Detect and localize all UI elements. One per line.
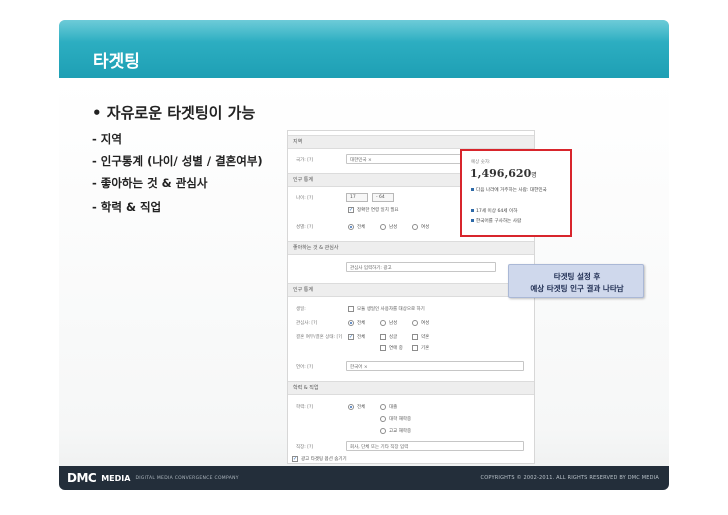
relationship-all-label: 전체	[357, 335, 366, 340]
birthday-check-label: 모듈 생일인 사용자를 대상으로 하기	[357, 307, 425, 312]
gender-male-radio[interactable]	[380, 224, 386, 230]
relationship-single-label: 싱글	[389, 335, 398, 340]
age-from-select[interactable]: 17	[346, 193, 368, 202]
relationship-single-checkbox[interactable]	[380, 334, 386, 340]
callout-note: 타겟팅 설정 후 예상 타겟팅 인구 결과 나타남	[508, 264, 644, 298]
edu-college-label: 대졸	[389, 405, 398, 410]
relationship-label: 결혼 여부/결혼 상태: [?]	[296, 335, 343, 340]
interested-female-label: 여성	[421, 321, 430, 326]
callout-line-2: 예상 타겟팅 인구 결과 나타남	[530, 284, 624, 293]
section-header-location: 지역	[288, 135, 534, 149]
interested-female-radio[interactable]	[412, 320, 418, 326]
bullet-icon	[471, 188, 474, 191]
estimated-reach-label: 예상 숫자:	[471, 160, 491, 165]
subitem-education: - 학력 & 직업	[92, 200, 162, 214]
estimated-reach-number: 1,496,620명	[470, 167, 537, 180]
exact-age-checkbox[interactable]: ✓	[348, 207, 354, 213]
edu-all-label: 전체	[357, 405, 366, 410]
edu-in-college-label: 대학 재학중	[389, 417, 412, 422]
birthday-label: 생일:	[296, 307, 306, 312]
dmc-media-logo: DMC MEDIA DIGITAL MEDIA CONVERGENCE COMP…	[67, 471, 239, 485]
section-header-education: 학력 & 직업	[288, 381, 534, 395]
logo-media: MEDIA	[101, 473, 131, 483]
language-label: 언어: [?]	[296, 365, 314, 370]
slide: 타겟팅 • 자유로운 타겟팅이 가능 - 지역 - 인구통계 (나이/ 성별 /…	[59, 20, 669, 490]
edu-all-radio[interactable]	[348, 404, 354, 410]
interested-all-label: 전체	[357, 321, 366, 326]
estimated-reach-box: 예상 숫자: 1,496,620명 다음 나라에 거주하는 사람: 대한민국 1…	[460, 149, 572, 237]
language-input[interactable]: 한국어 ×	[346, 361, 524, 371]
subitem-interests: - 좋아하는 것 & 관심사	[92, 176, 208, 190]
age-label: 나이: [?]	[296, 196, 314, 201]
logo-dmc: DMC	[67, 471, 97, 485]
education-label: 학력: [?]	[296, 405, 314, 410]
gender-male-label: 남성	[389, 225, 398, 230]
bullet-heading: • 자유로운 타겟팅이 가능	[92, 104, 256, 122]
exact-age-label: 정확한 연령 일치 필요	[357, 208, 399, 213]
relationship-married-checkbox[interactable]	[412, 345, 418, 351]
age-to-select[interactable]: - 64	[372, 193, 394, 202]
copyright-text: COPYRIGHTS © 2002-2011. ALL RIGHTS RESER…	[480, 475, 659, 481]
logo-tagline: DIGITAL MEDIA CONVERGENCE COMPANY	[135, 475, 239, 481]
work-label: 직장: [?]	[296, 445, 314, 450]
edu-in-highschool-label: 고교 재학중	[389, 429, 412, 434]
reach-criteria-row: 17세 이상 64세 이하	[471, 208, 517, 214]
hide-options-checkbox[interactable]: ✓	[292, 456, 298, 462]
relationship-dating-label: 연애 중	[389, 346, 403, 351]
footer-bar: DMC MEDIA DIGITAL MEDIA CONVERGENCE COMP…	[59, 466, 669, 490]
gender-female-radio[interactable]	[412, 224, 418, 230]
interest-input[interactable]: 관심사 입력하기: 광고	[346, 262, 496, 272]
subitem-region: - 지역	[92, 132, 122, 146]
gender-all-radio[interactable]	[348, 224, 354, 230]
relationship-married-label: 기혼	[421, 346, 430, 351]
callout-line-1: 타겟팅 설정 후	[553, 272, 601, 281]
interested-in-label: 관심사: [?]	[296, 321, 318, 326]
country-label: 국가: [?]	[296, 158, 314, 163]
gender-female-label: 여성	[421, 225, 430, 230]
bullet-icon	[471, 219, 474, 222]
reach-criteria-row: 한국어를 구사하는 사람	[471, 218, 521, 224]
interested-male-label: 남성	[389, 321, 398, 326]
interested-male-radio[interactable]	[380, 320, 386, 326]
hide-options-label: 광고 타겟팅 옵션 숨기기	[301, 457, 347, 462]
relationship-engaged-checkbox[interactable]	[412, 334, 418, 340]
relationship-engaged-label: 약혼	[421, 335, 430, 340]
gender-all-label: 전체	[357, 225, 366, 230]
subitem-demographics: - 인구통계 (나이/ 성별 / 결혼여부)	[92, 154, 263, 168]
reach-criteria-row: 다음 나라에 거주하는 사람: 대한민국	[471, 187, 547, 193]
edu-in-highschool-radio[interactable]	[380, 428, 386, 434]
birthday-checkbox[interactable]	[348, 306, 354, 312]
relationship-dating-checkbox[interactable]	[380, 345, 386, 351]
relationship-all-checkbox[interactable]: ✓	[348, 334, 354, 340]
title-bar: 타겟팅	[59, 20, 669, 78]
interested-all-radio[interactable]	[348, 320, 354, 326]
edu-in-college-radio[interactable]	[380, 416, 386, 422]
section-header-interests: 좋아하는 것 & 관심사	[288, 241, 534, 255]
slide-title: 타겟팅	[93, 52, 140, 72]
edu-college-radio[interactable]	[380, 404, 386, 410]
bullet-icon	[471, 209, 474, 212]
gender-label: 성별: [?]	[296, 225, 314, 230]
section-header-demographics-2: 인구 통계	[288, 283, 534, 297]
work-input[interactable]: 회사, 단체 또는 기타 직장 입력	[346, 441, 524, 451]
